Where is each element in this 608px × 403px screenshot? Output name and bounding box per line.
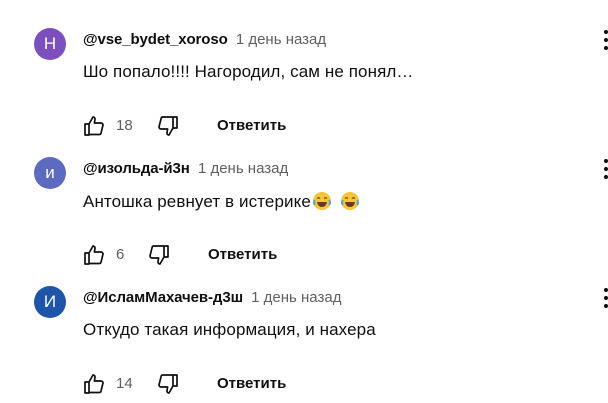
- timestamp[interactable]: 1 день назад: [198, 160, 288, 177]
- comment-header: @ИсламМахачев-д3ш 1 день назад: [83, 289, 341, 306]
- like-count: 18: [116, 117, 133, 134]
- more-vert-icon[interactable]: [600, 28, 608, 52]
- thumb-up-icon[interactable]: [82, 243, 106, 267]
- avatar[interactable]: Н: [34, 28, 66, 60]
- comment-header: @vse_bydet_xoroso 1 день назад: [83, 31, 326, 48]
- thumb-down-icon[interactable]: [156, 114, 180, 138]
- like-count: 14: [116, 375, 133, 392]
- like-count: 6: [116, 246, 125, 263]
- timestamp[interactable]: 1 день назад: [236, 31, 326, 48]
- thumb-down-icon[interactable]: [156, 372, 180, 396]
- author-name[interactable]: @vse_bydet_xoroso: [83, 31, 228, 48]
- author-name[interactable]: @изольда-й3н: [83, 160, 190, 177]
- thumb-up-icon[interactable]: [82, 114, 106, 138]
- comment-text: Шо попало!!!! Нагородил, сам не понял…: [83, 62, 414, 81]
- comment-header: @изольда-й3н 1 день назад: [83, 160, 288, 177]
- timestamp[interactable]: 1 день назад: [251, 289, 341, 306]
- comment-actions: 18 Ответить: [0, 114, 400, 138]
- avatar[interactable]: и: [34, 157, 66, 189]
- reply-button[interactable]: Ответить: [217, 375, 286, 392]
- reply-button[interactable]: Ответить: [208, 246, 277, 263]
- comment-text: Антошка ревнует в истерике: [83, 191, 360, 212]
- face-with-tears-of-joy-icon: [312, 191, 332, 211]
- comment-actions: 6 Ответить: [0, 243, 400, 267]
- face-with-tears-of-joy-icon: [340, 191, 360, 211]
- avatar[interactable]: И: [34, 286, 66, 318]
- thumb-down-icon[interactable]: [147, 243, 171, 267]
- thumb-up-icon[interactable]: [82, 372, 106, 396]
- more-vert-icon[interactable]: [600, 286, 608, 310]
- reply-button[interactable]: Ответить: [217, 117, 286, 134]
- comment-actions: 14 Ответить: [0, 372, 400, 396]
- comment-text: Откудо такая информация, и нахера: [83, 320, 376, 339]
- author-name[interactable]: @ИсламМахачев-д3ш: [83, 289, 243, 306]
- comment-text-body: Антошка ревнует в истерике: [83, 192, 311, 211]
- more-vert-icon[interactable]: [600, 157, 608, 181]
